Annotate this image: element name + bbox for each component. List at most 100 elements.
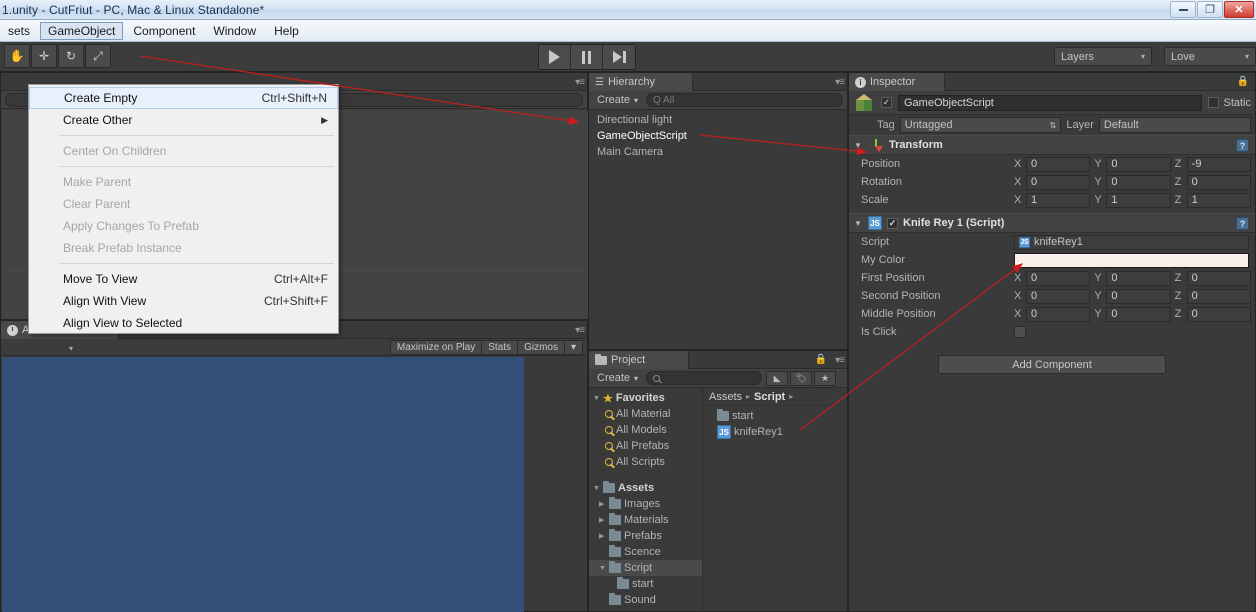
chevron-right-icon[interactable]: ▶	[599, 532, 606, 540]
step-button[interactable]	[603, 45, 635, 69]
hierarchy-create-button[interactable]: Create ▾	[593, 93, 642, 107]
menu-window[interactable]: Window	[205, 22, 264, 40]
play-button[interactable]	[539, 45, 571, 69]
hierarchy-item-directional-light[interactable]: Directional light	[589, 112, 847, 128]
restore-button[interactable]: ❐	[1197, 1, 1223, 18]
menu-item-align-view-to-selected[interactable]: Align View to Selected	[29, 312, 338, 334]
add-component-button[interactable]: Add Component	[938, 355, 1166, 374]
middle-position-y-input[interactable]: 0	[1106, 306, 1171, 322]
animation-left-caret-icon[interactable]: ▾	[69, 344, 73, 353]
my-color-swatch[interactable]	[1014, 252, 1249, 268]
filter-favorite-icon[interactable]: ★	[814, 370, 837, 386]
first-position-z-input[interactable]: 0	[1186, 270, 1251, 286]
minimize-button[interactable]	[1170, 1, 1196, 18]
layout-dropdown[interactable]: Love ▾	[1164, 47, 1256, 66]
rotate-tool-icon[interactable]: ↻	[58, 44, 84, 68]
rotation-x-input[interactable]: 0	[1026, 174, 1091, 190]
second-position-x-input[interactable]: 0	[1026, 288, 1091, 304]
static-checkbox[interactable]	[1208, 97, 1220, 108]
hand-tool-icon[interactable]: ✋	[4, 44, 30, 68]
filter-label-icon[interactable]: 🏷	[790, 370, 813, 386]
layers-dropdown[interactable]: Layers ▾	[1054, 47, 1152, 66]
menu-component[interactable]: Component	[125, 22, 203, 40]
is-click-checkbox[interactable]	[1014, 326, 1026, 338]
filter-type-icon[interactable]: ◣	[766, 370, 789, 386]
script-enabled-checkbox[interactable]: ✓	[887, 217, 898, 229]
help-icon[interactable]: ?	[1236, 217, 1249, 230]
menu-assets[interactable]: sets	[0, 22, 38, 40]
position-y-input[interactable]: 0	[1106, 156, 1171, 172]
tag-dropdown[interactable]: Untagged ⇅	[899, 117, 1062, 133]
favorite-all-prefabs[interactable]: All Prefabs	[589, 438, 702, 454]
rotation-z-input[interactable]: 0	[1186, 174, 1251, 190]
menu-help[interactable]: Help	[266, 22, 307, 40]
menu-item-create-empty[interactable]: Create Empty Ctrl+Shift+N	[29, 87, 338, 109]
position-z-input[interactable]: -9	[1186, 156, 1251, 172]
tab-project[interactable]: Project	[589, 351, 689, 369]
middle-position-z-input[interactable]: 0	[1186, 306, 1251, 322]
asset-folder-scence[interactable]: Scence	[589, 544, 702, 560]
menu-gameobject[interactable]: GameObject	[40, 21, 124, 40]
menu-item-move-to-view[interactable]: Move To View Ctrl+Alt+F	[29, 268, 338, 290]
favorite-all-material[interactable]: All Material	[589, 406, 702, 422]
stats-button[interactable]: Stats	[481, 339, 519, 355]
move-tool-icon[interactable]: ✛	[31, 44, 57, 68]
gizmos-button[interactable]: Gizmos	[517, 339, 565, 355]
asset-folder-script[interactable]: ▼ Script	[589, 560, 702, 576]
project-create-button[interactable]: Create ▾	[593, 371, 642, 385]
project-assets-root[interactable]: ▼ Assets	[589, 480, 702, 496]
project-asset-kniferey1[interactable]: JS knifeRey1	[703, 424, 847, 440]
asset-folder-start[interactable]: start	[589, 576, 702, 592]
lock-icon[interactable]: 🔒	[815, 354, 827, 365]
favorite-all-models[interactable]: All Models	[589, 422, 702, 438]
layer-dropdown[interactable]: Default	[1098, 117, 1251, 133]
animation-panel-menu-icon[interactable]: ▾≡	[575, 325, 585, 336]
scale-y-input[interactable]: 1	[1106, 192, 1171, 208]
pause-button[interactable]	[571, 45, 603, 69]
hierarchy-item-main-camera[interactable]: Main Camera	[589, 144, 847, 160]
game-viewport[interactable]	[2, 357, 524, 612]
object-enabled-checkbox[interactable]: ✓	[881, 97, 892, 108]
transform-component-header[interactable]: ▼ Transform ?	[849, 135, 1255, 155]
asset-folder-images[interactable]: ▶ Images	[589, 496, 702, 512]
project-search-input[interactable]	[646, 371, 763, 385]
asset-folder-materials[interactable]: ▶ Materials	[589, 512, 702, 528]
second-position-y-input[interactable]: 0	[1106, 288, 1171, 304]
script-object-field[interactable]: JS knifeRey1	[1014, 234, 1249, 250]
scale-tool-icon[interactable]: ⤢	[85, 44, 111, 68]
tab-hierarchy[interactable]: ☰ Hierarchy	[589, 73, 693, 91]
lock-icon[interactable]: 🔒	[1237, 76, 1249, 87]
maximize-on-play-button[interactable]: Maximize on Play	[389, 339, 483, 355]
hierarchy-panel-menu-icon[interactable]: ▾≡	[835, 77, 845, 88]
project-favorites-root[interactable]: ▼ ★ Favorites	[589, 390, 702, 406]
second-position-z-input[interactable]: 0	[1186, 288, 1251, 304]
hierarchy-search-input[interactable]: Q All	[646, 93, 843, 107]
rotation-y-input[interactable]: 0	[1106, 174, 1171, 190]
close-button[interactable]: ✕	[1224, 1, 1254, 18]
help-icon[interactable]: ?	[1236, 139, 1249, 152]
chevron-right-icon[interactable]: ▶	[599, 500, 606, 508]
tab-inspector[interactable]: i Inspector	[849, 73, 945, 91]
project-asset-start[interactable]: start	[703, 408, 847, 424]
chevron-down-icon[interactable]: ▼	[853, 141, 863, 150]
position-x-input[interactable]: 0	[1026, 156, 1091, 172]
menu-item-align-with-view[interactable]: Align With View Ctrl+Shift+F	[29, 290, 338, 312]
first-position-y-input[interactable]: 0	[1106, 270, 1171, 286]
menu-item-create-other[interactable]: Create Other ▶	[29, 109, 338, 131]
scene-panel-menu-icon[interactable]: ▾≡	[575, 77, 585, 88]
asset-folder-sound[interactable]: Sound	[589, 592, 702, 608]
project-panel-menu-icon[interactable]: ▾≡	[835, 355, 845, 366]
scale-z-input[interactable]: 1	[1186, 192, 1251, 208]
breadcrumb-script[interactable]: Script	[754, 391, 785, 403]
object-name-field[interactable]: GameObjectScript	[898, 94, 1203, 111]
favorite-all-scripts[interactable]: All Scripts	[589, 454, 702, 470]
gizmos-caret-button[interactable]: ▾	[563, 339, 583, 355]
hierarchy-item-gameobjectscript[interactable]: GameObjectScript	[589, 128, 847, 144]
chevron-right-icon[interactable]: ▶	[599, 516, 606, 524]
script-component-header[interactable]: ▼ JS ✓ Knife Rey 1 (Script) ?	[849, 213, 1255, 233]
asset-folder-prefabs[interactable]: ▶ Prefabs	[589, 528, 702, 544]
static-toggle[interactable]: Static	[1208, 97, 1251, 109]
breadcrumb-assets[interactable]: Assets	[709, 391, 742, 403]
chevron-down-icon[interactable]: ▼	[853, 219, 863, 228]
first-position-x-input[interactable]: 0	[1026, 270, 1091, 286]
